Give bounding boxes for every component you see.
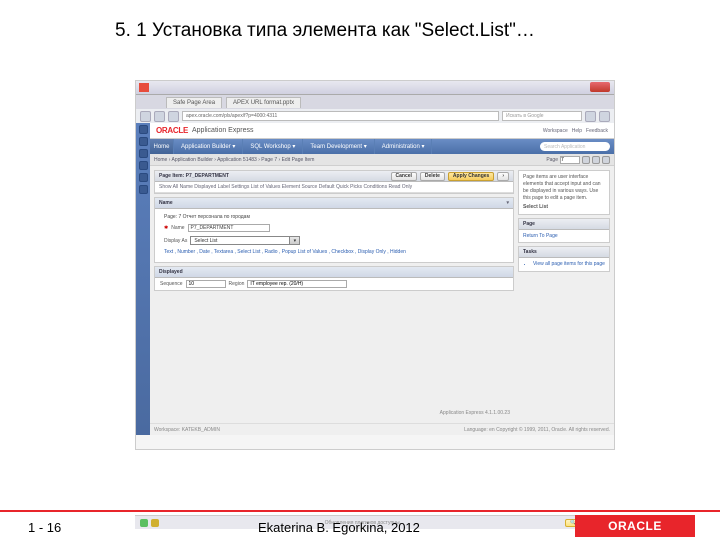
display-as-select[interactable]: Select List ▾ <box>190 236 300 245</box>
rail-icon[interactable] <box>139 173 148 182</box>
name-header-text: Name <box>159 200 173 206</box>
rail-icon[interactable] <box>139 149 148 158</box>
region-select[interactable]: IT employee rep. (20/H) <box>247 280 347 288</box>
oracle-logo: ORACLE <box>156 126 188 135</box>
feedback-link[interactable]: Feedback <box>586 128 608 134</box>
apex-main: ORACLE Application Express Workspace Hel… <box>150 123 614 435</box>
browser-tab[interactable]: APEX URL format.pptx <box>226 97 301 108</box>
close-icon[interactable] <box>590 82 610 92</box>
footer-workspace: Workspace: KATEKB_ADMIN <box>154 427 220 433</box>
breadcrumb: Home › Application Builder › Application… <box>150 154 614 166</box>
address-bar[interactable]: apex.oracle.com/pls/apex/f?p=4000:4311 <box>182 111 499 121</box>
address-row: apex.oracle.com/pls/apex/f?p=4000:4311 И… <box>136 109 614 123</box>
info-type: Select List <box>523 204 605 211</box>
breadcrumb-text[interactable]: Home › Application Builder › Application… <box>154 157 314 163</box>
menu-admin[interactable]: Administration ▾ <box>375 139 433 154</box>
browser-tabs: Safe Page Area APEX URL format.pptx <box>136 95 614 109</box>
sidebar-rail <box>136 123 150 435</box>
opera-icon <box>139 83 149 92</box>
reload-icon[interactable] <box>168 111 179 122</box>
status-icon[interactable] <box>151 519 159 527</box>
displayed-header-text: Displayed <box>159 269 183 275</box>
oracle-footer-logo: ORACLE <box>575 515 695 537</box>
chevron-down-icon: ▾ <box>289 237 299 244</box>
center-column: Page Item: P7_DEPARTMENT Cancel Delete A… <box>154 170 514 419</box>
slide: 5. 1 Установка типа элемента как "Select… <box>0 0 720 540</box>
return-link[interactable]: Return To Page <box>519 230 609 242</box>
apply-button[interactable]: Apply Changes <box>448 172 494 181</box>
back-icon[interactable] <box>140 111 151 122</box>
name-region: Name ▾ Page: 7 Отчет персонала по города… <box>154 197 514 263</box>
brand-bar: ORACLE Application Express Workspace Hel… <box>150 123 614 139</box>
browser-tab[interactable]: Safe Page Area <box>166 97 222 108</box>
app-search[interactable]: Search Application <box>540 142 610 151</box>
product-name: Application Express <box>192 127 253 134</box>
rail-icon[interactable] <box>139 137 148 146</box>
delete-button[interactable]: Delete <box>420 172 445 181</box>
slide-page-number: 1 - 16 <box>28 520 61 535</box>
menu-sql[interactable]: SQL Workshop ▾ <box>243 139 303 154</box>
window-chrome <box>136 81 614 95</box>
type-links-text[interactable]: Text , Number , Date , Textarea , Select… <box>164 249 406 255</box>
help-link[interactable]: Help <box>572 128 582 134</box>
page-box: Page Return To Page <box>518 218 610 243</box>
menu-home[interactable]: Home <box>150 139 174 154</box>
apex-version: Application Express 4.1.1.00.23 <box>154 408 514 420</box>
region-label: Region <box>229 281 245 287</box>
bookmark-icon[interactable] <box>585 111 596 122</box>
item-name-field[interactable]: P7_DEPARTMENT <box>188 224 270 232</box>
rail-icon[interactable] <box>139 161 148 170</box>
status-icon[interactable] <box>140 519 148 527</box>
rail-icon[interactable] <box>139 125 148 134</box>
brand-links: Workspace Help Feedback <box>543 128 608 134</box>
apex-menu: Home Application Builder ▾ SQL Workshop … <box>150 139 614 154</box>
task-link[interactable]: View all page items for this page <box>533 261 605 267</box>
quick-type-links[interactable]: Text , Number , Date , Textarea , Select… <box>159 247 509 259</box>
displayed-header: Displayed <box>155 267 513 278</box>
subtab-links[interactable]: Show All Name Displayed Label Settings L… <box>159 184 412 190</box>
menu-team[interactable]: Team Development ▾ <box>303 139 374 154</box>
next-item-icon[interactable]: › <box>497 172 509 181</box>
next-icon[interactable] <box>602 156 610 164</box>
page-label: Page <box>546 157 558 163</box>
workarea: Page Item: P7_DEPARTMENT Cancel Delete A… <box>150 166 614 423</box>
display-as-label: Display As <box>164 238 187 244</box>
footer-copyright: Language: en Copyright © 1999, 2011, Ora… <box>464 427 610 433</box>
collapse-icon[interactable]: ▾ <box>506 200 509 206</box>
page-item-region: Page Item: P7_DEPARTMENT Cancel Delete A… <box>154 170 514 194</box>
apex-footer: Workspace: KATEKB_ADMIN Language: en Cop… <box>150 423 614 435</box>
page-input[interactable] <box>560 156 580 164</box>
page-selector: Page <box>546 156 610 164</box>
sequence-label: Sequence <box>160 281 183 287</box>
cancel-button[interactable]: Cancel <box>391 172 417 181</box>
info-box: Page items are user interface elements t… <box>518 170 610 215</box>
side-column: Page items are user interface elements t… <box>518 170 610 419</box>
page-hint: Page: 7 Отчет персонала по городам <box>164 214 250 220</box>
browser-screenshot: Safe Page Area APEX URL format.pptx apex… <box>135 80 615 450</box>
slide-title: 5. 1 Установка типа элемента как "Select… <box>115 20 535 42</box>
slide-author: Ekaterina B. Egorkina, 2012 <box>258 520 420 535</box>
page-wrap: ORACLE Application Express Workspace Hel… <box>136 123 614 435</box>
workspace-link[interactable]: Workspace <box>543 128 568 134</box>
item-name-label: Name <box>171 225 184 231</box>
red-divider <box>0 510 720 512</box>
sequence-field[interactable]: 10 <box>186 280 226 288</box>
sub-tabs[interactable]: Show All Name Displayed Label Settings L… <box>155 182 513 193</box>
info-text: Page items are user interface elements t… <box>523 174 605 202</box>
tasks-box: Tasks View all page items for this page <box>518 246 610 272</box>
page-box-header: Page <box>523 221 535 227</box>
region-title: Page Item: P7_DEPARTMENT <box>159 173 229 179</box>
prev-icon[interactable] <box>592 156 600 164</box>
tasks-header: Tasks <box>523 249 537 255</box>
go-icon[interactable] <box>582 156 590 164</box>
region-header: Page Item: P7_DEPARTMENT Cancel Delete A… <box>155 171 513 182</box>
rail-add-icon[interactable] <box>139 185 148 194</box>
forward-icon[interactable] <box>154 111 165 122</box>
select-value: Select List <box>191 238 289 244</box>
menu-app-builder[interactable]: Application Builder ▾ <box>174 139 243 154</box>
name-header: Name ▾ <box>155 198 513 209</box>
menu-icon[interactable] <box>599 111 610 122</box>
search-box[interactable]: Искать в Google <box>502 111 582 121</box>
displayed-region: Displayed Sequence 10 Region IT employee… <box>154 266 514 291</box>
